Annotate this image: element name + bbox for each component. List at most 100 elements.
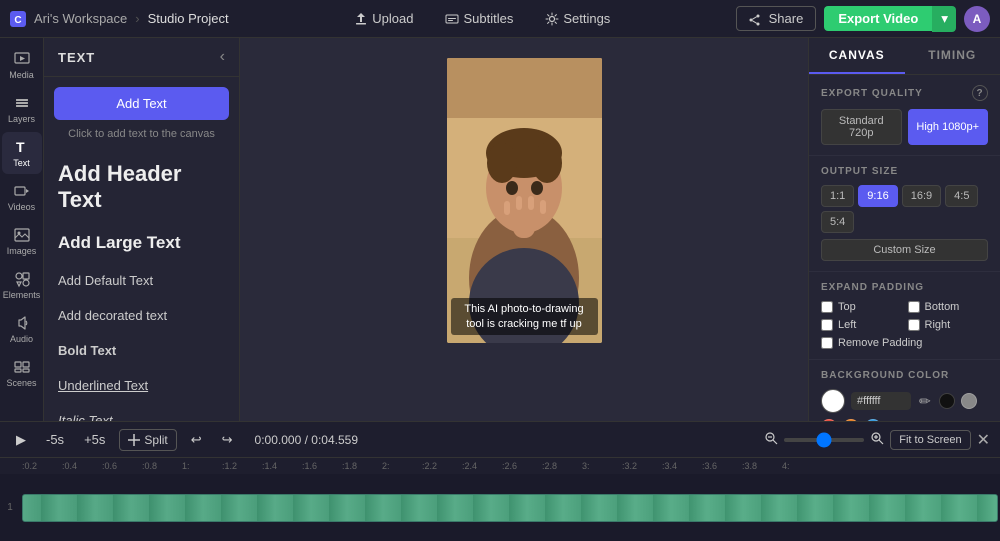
- sidebar-item-audio[interactable]: Audio: [2, 308, 42, 350]
- export-dropdown-button[interactable]: ▾: [932, 6, 956, 32]
- size-5-4-button[interactable]: 5:4: [821, 211, 854, 233]
- caption-overlay: This AI photo-to-drawing tool is crackin…: [451, 298, 598, 335]
- panel-header: TEXT ‹: [44, 38, 239, 77]
- text-bold-label: Bold Text: [58, 343, 225, 358]
- size-buttons: 1:1 9:16 16:9 4:5 5:4: [821, 185, 988, 233]
- padding-bottom-checkbox[interactable]: Bottom: [908, 301, 989, 313]
- plus5-button[interactable]: +5s: [78, 429, 111, 450]
- icon-bar: Media Layers T Text Videos Images Elemen…: [0, 38, 44, 421]
- video-canvas[interactable]: This AI photo-to-drawing tool is crackin…: [447, 58, 602, 343]
- output-size-label: OUTPUT SIZE: [821, 166, 898, 177]
- color-swatch-black[interactable]: [939, 393, 955, 409]
- padding-top-checkbox[interactable]: Top: [821, 301, 902, 313]
- color-swatch-gray[interactable]: [961, 393, 977, 409]
- eyedropper-button[interactable]: ✏: [917, 391, 933, 412]
- settings-button[interactable]: Settings: [537, 7, 618, 30]
- track-number: 1: [0, 502, 20, 513]
- play-button[interactable]: ▶: [10, 429, 32, 451]
- redo-button[interactable]: ↪: [216, 429, 239, 451]
- project-label: Studio Project: [148, 11, 229, 26]
- sidebar-item-media[interactable]: Media: [2, 44, 42, 86]
- sidebar-item-images[interactable]: Images: [2, 220, 42, 262]
- export-quality-info-icon[interactable]: ?: [972, 85, 988, 101]
- app-logo-icon: C: [10, 11, 26, 27]
- size-1-1-button[interactable]: 1:1: [821, 185, 854, 207]
- zoom-out-button[interactable]: [764, 431, 778, 448]
- output-size-section: OUTPUT SIZE 1:1 9:16 16:9 4:5 5:4 Custom…: [809, 156, 1000, 272]
- right-tabs: CANVAS TIMING: [809, 38, 1000, 75]
- export-quality-section: EXPORT QUALITY ? Standard 720p High 1080…: [809, 75, 1000, 156]
- tab-timing[interactable]: TIMING: [905, 38, 1000, 74]
- text-item-decorated[interactable]: Add decorated text: [54, 301, 229, 336]
- sidebar-item-scenes[interactable]: Scenes: [2, 352, 42, 394]
- bg-color-label: BACKGROUND COLOR: [821, 370, 949, 381]
- padding-checkboxes: Top Bottom Left Right Remove Padding: [821, 301, 988, 349]
- text-item-bold[interactable]: Bold Text: [54, 336, 229, 371]
- caption-text: This AI photo-to-drawing tool is crackin…: [464, 303, 583, 329]
- color-hex-input[interactable]: [851, 392, 911, 410]
- size-4-5-button[interactable]: 4:5: [945, 185, 978, 207]
- remove-padding-checkbox[interactable]: Remove Padding: [821, 337, 988, 349]
- close-timeline-button[interactable]: ✕: [977, 430, 990, 450]
- expand-padding-label: EXPAND PADDING: [821, 282, 924, 293]
- padding-left-checkbox[interactable]: Left: [821, 319, 902, 331]
- timeline-ruler: :0.2 :0.4 :0.6 :0.8 1: :1.2 :1.4 :1.6 :1…: [0, 458, 1000, 474]
- quality-high-button[interactable]: High 1080p+: [908, 109, 989, 145]
- canvas-area: This AI photo-to-drawing tool is crackin…: [240, 38, 808, 421]
- split-button[interactable]: Split: [119, 429, 176, 451]
- breadcrumb-sep: ›: [135, 11, 139, 26]
- sidebar-item-videos[interactable]: Videos: [2, 176, 42, 218]
- custom-size-button[interactable]: Custom Size: [821, 239, 988, 261]
- minus5-button[interactable]: -5s: [40, 429, 70, 450]
- fit-to-screen-button[interactable]: Fit to Screen: [890, 430, 970, 450]
- images-icon: [13, 226, 31, 244]
- timeline-controls: ▶ -5s +5s Split ↩ ↪ 0:00.000 / 0:04.559 …: [0, 422, 1000, 458]
- svg-text:C: C: [14, 15, 21, 26]
- add-text-button[interactable]: Add Text: [54, 87, 229, 120]
- quality-standard-button[interactable]: Standard 720p: [821, 109, 902, 145]
- sidebar-item-layers[interactable]: Layers: [2, 88, 42, 130]
- zoom-in-button[interactable]: [870, 431, 884, 448]
- layers-icon: [13, 94, 31, 112]
- text-item-underlined[interactable]: Underlined Text: [54, 371, 229, 406]
- sidebar-item-elements[interactable]: Elements: [2, 264, 42, 306]
- avatar: A: [964, 6, 990, 32]
- media-icon: [13, 50, 31, 68]
- video-track[interactable]: [22, 494, 998, 522]
- text-item-default[interactable]: Add Default Text: [54, 266, 229, 301]
- expand-padding-section: EXPAND PADDING Top Bottom Left Right Rem…: [809, 272, 1000, 360]
- right-panel: CANVAS TIMING EXPORT QUALITY ? Standard …: [808, 38, 1000, 421]
- undo-button[interactable]: ↩: [185, 429, 208, 451]
- share-button[interactable]: Share: [736, 6, 816, 31]
- remove-padding-label: Remove Padding: [838, 337, 922, 349]
- topbar: C Ari's Workspace › Studio Project Uploa…: [0, 0, 1000, 38]
- upload-button[interactable]: Upload: [346, 7, 421, 30]
- collapse-panel-button[interactable]: ‹: [220, 48, 225, 66]
- export-button-group: Export Video ▾: [824, 6, 956, 32]
- size-16-9-button[interactable]: 16:9: [902, 185, 941, 207]
- text-header-label: Add Header Text: [58, 161, 225, 213]
- text-item-italic[interactable]: Italic Text: [54, 406, 229, 421]
- topbar-center: Upload Subtitles Settings: [346, 7, 618, 30]
- zoom-in-icon: [870, 431, 884, 445]
- zoom-controls: Fit to Screen ✕: [764, 430, 990, 450]
- zoom-slider[interactable]: [784, 438, 864, 442]
- text-icon: T: [13, 138, 31, 156]
- padding-right-checkbox[interactable]: Right: [908, 319, 989, 331]
- color-preview-swatch[interactable]: [821, 389, 845, 413]
- text-item-large[interactable]: Add Large Text: [54, 226, 229, 266]
- tab-canvas[interactable]: CANVAS: [809, 38, 905, 74]
- sidebar-item-text[interactable]: T Text: [2, 132, 42, 174]
- text-large-label: Add Large Text: [58, 233, 225, 253]
- total-time: 0:04.559: [311, 433, 358, 447]
- quality-buttons: Standard 720p High 1080p+: [821, 109, 988, 145]
- text-item-header[interactable]: Add Header Text: [54, 154, 229, 226]
- export-video-button[interactable]: Export Video: [824, 6, 932, 31]
- size-9-16-button[interactable]: 9:16: [858, 185, 897, 207]
- videos-icon: [13, 182, 31, 200]
- text-decorated-label: Add decorated text: [58, 308, 225, 323]
- subtitles-button[interactable]: Subtitles: [437, 7, 521, 30]
- elements-icon: [13, 270, 31, 288]
- split-label: Split: [144, 433, 167, 447]
- track-content[interactable]: [20, 492, 1000, 524]
